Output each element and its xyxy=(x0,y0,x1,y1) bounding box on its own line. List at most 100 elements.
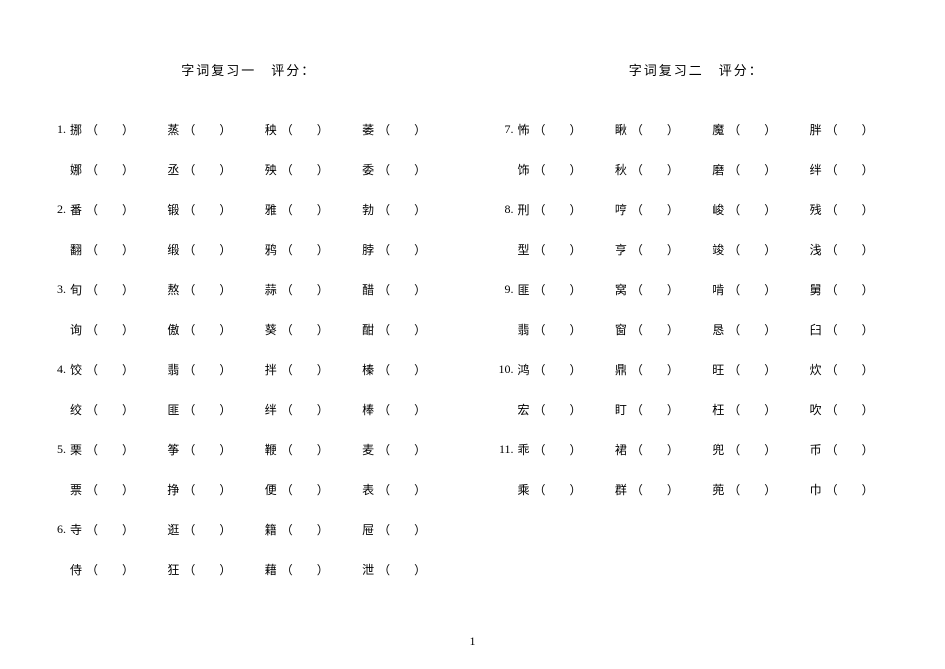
char-cell: 蒸（） xyxy=(165,121,262,138)
blank-paren: （） xyxy=(378,401,426,418)
blank-paren: （） xyxy=(534,401,582,418)
char-cell: 乘（） xyxy=(516,481,613,498)
char: 炊 xyxy=(808,361,824,378)
char: 磨 xyxy=(710,161,726,178)
char: 刑 xyxy=(516,201,532,218)
blank-paren: （） xyxy=(631,321,679,338)
row-number: 9. xyxy=(488,282,516,297)
blank-paren: （） xyxy=(728,241,776,258)
char-cell: 旺（） xyxy=(710,361,807,378)
char: 匪 xyxy=(165,401,181,418)
char-cell: 刑（） xyxy=(516,201,613,218)
char-cell: 雅（） xyxy=(263,201,360,218)
char: 栗 xyxy=(68,441,84,458)
blank-paren: （） xyxy=(728,361,776,378)
blank-paren: （） xyxy=(826,121,874,138)
table-row: 7. 怖（） 瞅（） 魔（） 胖（） xyxy=(488,109,906,149)
char-cell: 脖（） xyxy=(360,241,457,258)
char-cell: 票（） xyxy=(68,481,165,498)
blank-paren: （） xyxy=(631,241,679,258)
blank-paren: （） xyxy=(534,361,582,378)
row-number: 4. xyxy=(40,362,68,377)
blank-paren: （） xyxy=(378,121,426,138)
char: 屉 xyxy=(360,521,376,538)
char-cell: 蒜（） xyxy=(263,281,360,298)
char-cell: 裙（） xyxy=(613,441,710,458)
blank-paren: （） xyxy=(534,321,582,338)
blank-paren: （） xyxy=(183,401,231,418)
blank-paren: （） xyxy=(728,201,776,218)
blank-paren: （） xyxy=(281,561,329,578)
blank-paren: （） xyxy=(183,161,231,178)
char: 峻 xyxy=(710,201,726,218)
blank-paren: （） xyxy=(86,161,134,178)
char: 鞭 xyxy=(263,441,279,458)
char-cell: 瞅（） xyxy=(613,121,710,138)
char: 绊 xyxy=(808,161,824,178)
left-title: 字词复习一 评分： xyxy=(40,60,458,79)
char: 鸿 xyxy=(516,361,532,378)
char: 蒜 xyxy=(263,281,279,298)
char-cell: 哼（） xyxy=(613,201,710,218)
row-number: 6. xyxy=(40,522,68,537)
char: 饺 xyxy=(68,361,84,378)
char-cell: 兜（） xyxy=(710,441,807,458)
blank-paren: （） xyxy=(631,361,679,378)
char: 恳 xyxy=(710,321,726,338)
table-row: 11. 乖（） 裙（） 兜（） 币（） xyxy=(488,429,906,469)
char: 亨 xyxy=(613,241,629,258)
row-number: 8. xyxy=(488,202,516,217)
blank-paren: （） xyxy=(86,201,134,218)
char: 啃 xyxy=(710,281,726,298)
char: 巾 xyxy=(808,481,824,498)
char: 委 xyxy=(360,161,376,178)
char: 盯 xyxy=(613,401,629,418)
char-cell: 鼎（） xyxy=(613,361,710,378)
char: 翡 xyxy=(516,321,532,338)
char-cell: 鞭（） xyxy=(263,441,360,458)
char-cell: 萎（） xyxy=(360,121,457,138)
right-column: 字词复习二 评分： 7. 怖（） 瞅（） 魔（） 胖（） 饰（） 秋（） 磨（）… xyxy=(488,60,906,626)
char: 窗 xyxy=(613,321,629,338)
blank-paren: （） xyxy=(378,481,426,498)
char-cell: 恳（） xyxy=(710,321,807,338)
blank-paren: （） xyxy=(378,361,426,378)
blank-paren: （） xyxy=(631,481,679,498)
blank-paren: （） xyxy=(86,361,134,378)
char: 型 xyxy=(516,241,532,258)
row-number: 5. xyxy=(40,442,68,457)
blank-paren: （） xyxy=(826,481,874,498)
blank-paren: （） xyxy=(281,201,329,218)
char-cell: 泄（） xyxy=(360,561,457,578)
worksheet-page: 字词复习一 评分： 1. 挪（） 蒸（） 秧（） 萎（） 娜（） 丞（） 殃（）… xyxy=(0,0,945,669)
char: 残 xyxy=(808,201,824,218)
blank-paren: （） xyxy=(378,521,426,538)
char-cell: 饺（） xyxy=(68,361,165,378)
char: 榛 xyxy=(360,361,376,378)
char: 旺 xyxy=(710,361,726,378)
blank-paren: （） xyxy=(378,561,426,578)
char: 群 xyxy=(613,481,629,498)
char: 旬 xyxy=(68,281,84,298)
char: 酣 xyxy=(360,321,376,338)
char-cell: 蔸（） xyxy=(710,481,807,498)
char-cell: 藉（） xyxy=(263,561,360,578)
char: 胖 xyxy=(808,121,824,138)
char: 泄 xyxy=(360,561,376,578)
blank-paren: （） xyxy=(183,121,231,138)
char: 娜 xyxy=(68,161,84,178)
table-row: 型（） 亨（） 竣（） 浅（） xyxy=(488,229,906,269)
char-cell: 旬（） xyxy=(68,281,165,298)
char-cell: 匪（） xyxy=(165,401,262,418)
blank-paren: （） xyxy=(183,521,231,538)
table-row: 翡（） 窗（） 恳（） 臼（） xyxy=(488,309,906,349)
char-cell: 魔（） xyxy=(710,121,807,138)
char: 乘 xyxy=(516,481,532,498)
blank-paren: （） xyxy=(378,161,426,178)
char: 币 xyxy=(808,441,824,458)
blank-paren: （） xyxy=(826,401,874,418)
blank-paren: （） xyxy=(281,121,329,138)
blank-paren: （） xyxy=(826,241,874,258)
char-cell: 宏（） xyxy=(516,401,613,418)
char-cell: 吹（） xyxy=(808,401,905,418)
